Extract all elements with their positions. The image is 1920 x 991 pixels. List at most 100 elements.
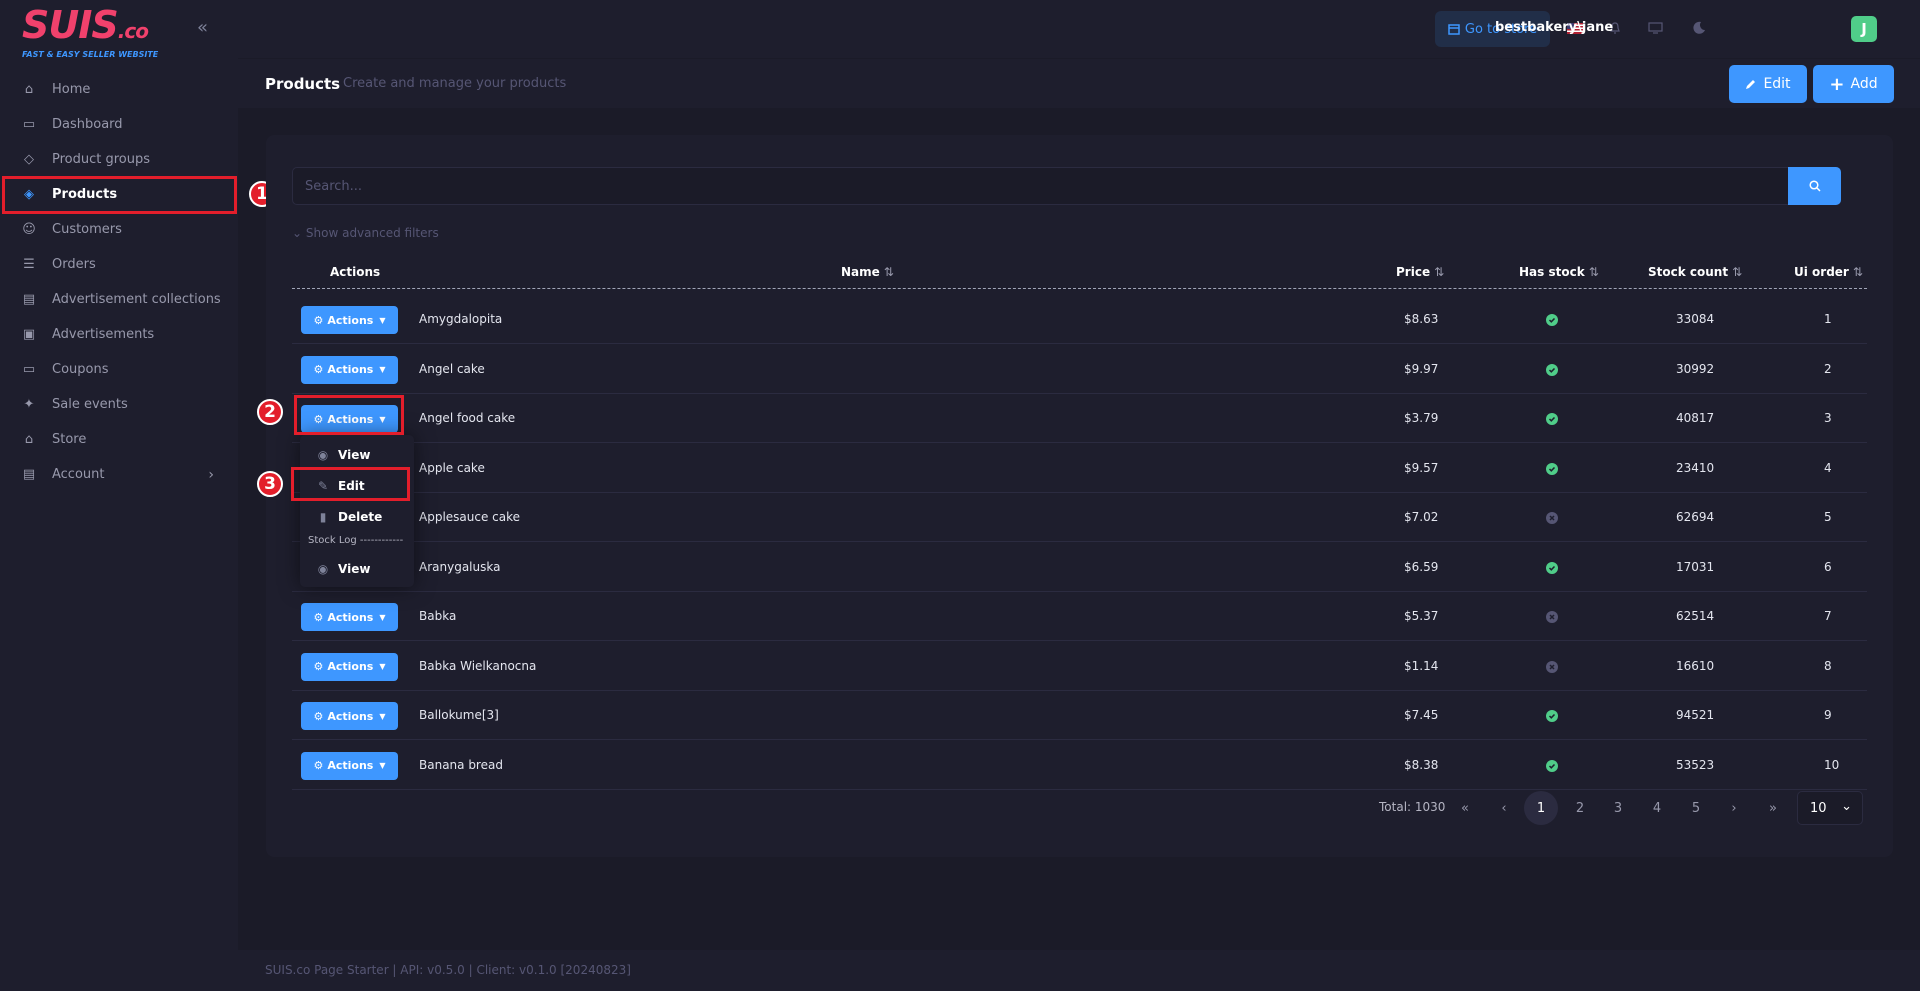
caret-down-icon: ▼	[379, 662, 386, 671]
sidebar: SUIS.co FAST & EASY SELLER WEBSITE « ⌂ Ho…	[0, 0, 238, 991]
moon-icon[interactable]	[1690, 19, 1708, 37]
ad-collections-icon: ▤	[22, 292, 36, 307]
x-icon	[1546, 660, 1558, 673]
col-ui-order[interactable]: Ui order ⇅	[1794, 265, 1863, 279]
col-price[interactable]: Price ⇅	[1396, 265, 1444, 279]
product-price: $7.45	[1404, 708, 1439, 722]
sort-icon: ⇅	[1852, 265, 1863, 279]
actions-button[interactable]: ⚙ Actions ▼	[301, 603, 398, 631]
account-icon: ▤	[22, 467, 36, 482]
product-name: Angel food cake	[419, 411, 516, 425]
highlight-edit-item	[291, 467, 410, 501]
sale-events-icon: ✦	[23, 397, 35, 412]
ui-order: 8	[1824, 658, 1832, 673]
table-row: Apple cake $9.57 23410 4	[292, 444, 1867, 493]
table-row: ⚙ Actions ▼ Angel cake $9.97 30992 2	[292, 345, 1867, 394]
page-button[interactable]: 4	[1640, 791, 1674, 825]
ui-order: 6	[1824, 559, 1832, 574]
stock-count: 40817	[1676, 411, 1715, 425]
actions-button[interactable]: ⚙ Actions ▼	[301, 355, 398, 384]
annotation-badge-3: 3	[257, 471, 283, 497]
stock-count: 62694	[1676, 510, 1715, 524]
page-size-select[interactable]: 10 ⌄	[1797, 791, 1863, 825]
stock-count: 16610	[1676, 658, 1715, 673]
ui-order: 5	[1824, 510, 1832, 524]
collapse-sidebar-icon[interactable]: «	[197, 18, 217, 38]
check-icon	[1546, 561, 1558, 574]
actions-button[interactable]: ⚙ Actions ▼	[301, 306, 398, 334]
user-name[interactable]: bestbakery\jane	[1495, 20, 1613, 35]
orders-icon: ☰	[23, 257, 35, 272]
sidebar-item-coupons[interactable]: ▭ Coupons	[0, 352, 238, 387]
highlight-products	[2, 176, 237, 214]
table-row: Aranygaluska $6.59 17031 6	[292, 543, 1867, 592]
page-button[interactable]: 3	[1601, 791, 1635, 825]
sidebar-item-advertisement-collections[interactable]: ▤ Advertisement collections	[0, 282, 238, 317]
page-button[interactable]: 2	[1563, 791, 1597, 825]
gear-icon: ⚙	[313, 660, 324, 673]
edit-button[interactable]: Edit	[1729, 65, 1807, 103]
caret-down-icon: ▼	[379, 761, 386, 770]
check-icon	[1546, 413, 1558, 425]
add-label: Add	[1850, 76, 1878, 92]
logo-suffix: .co	[117, 19, 149, 43]
check-icon	[1546, 314, 1558, 326]
search-button[interactable]	[1788, 167, 1841, 205]
next-page-button[interactable]: ›	[1717, 791, 1751, 825]
caret-down-icon: ▼	[379, 612, 386, 622]
actions-button[interactable]: ⚙ Actions ▼	[301, 652, 398, 681]
actions-label: Actions	[327, 363, 374, 376]
actions-button[interactable]: ⚙ Actions ▼	[301, 751, 398, 780]
menu-item-view[interactable]: ◉ View	[300, 441, 414, 469]
product-name: Amygdalopita	[419, 312, 503, 326]
product-price: $1.14	[1404, 658, 1439, 673]
stock-count: 62514	[1676, 609, 1715, 623]
col-has-stock[interactable]: Has stock ⇅	[1519, 265, 1599, 279]
gear-icon: ⚙	[313, 363, 324, 376]
eye-icon: ◉	[317, 562, 329, 576]
add-button[interactable]: + Add	[1813, 65, 1894, 103]
product-name: Banana bread	[419, 757, 503, 772]
sidebar-item-account[interactable]: ▤ Account ›	[0, 457, 238, 492]
product-groups-icon: ◇	[24, 152, 34, 167]
last-page-button[interactable]: »	[1756, 791, 1790, 825]
sidebar-nav: ⌂ Home ▭ Dashboard ◇ Product groups ◈ Products ☺…	[0, 72, 238, 492]
gear-icon: ⚙	[313, 313, 324, 327]
sidebar-item-orders[interactable]: ☰ Orders	[0, 247, 238, 282]
pencil-icon	[1746, 80, 1756, 89]
caret-down-icon: ▼	[379, 315, 386, 325]
first-page-button[interactable]: «	[1448, 791, 1482, 825]
sidebar-item-advertisements[interactable]: ▣ Advertisements	[0, 317, 238, 352]
page-button[interactable]: 5	[1679, 791, 1713, 825]
product-price: $9.57	[1404, 460, 1439, 475]
x-icon	[1546, 512, 1558, 524]
sidebar-item-customers[interactable]: ☺ Customers	[0, 212, 238, 247]
topbar: Go to store bestbakery\jane J	[238, 0, 1920, 58]
avatar[interactable]: J	[1851, 16, 1877, 42]
product-name: Babka	[419, 609, 457, 623]
sidebar-item-store[interactable]: ⌂ Store	[0, 422, 238, 457]
col-stock-count[interactable]: Stock count ⇅	[1648, 265, 1742, 279]
sidebar-item-home[interactable]: ⌂ Home	[0, 72, 238, 107]
menu-item-stock-view[interactable]: ◉ View	[300, 555, 414, 583]
show-advanced-filters-link[interactable]: ⌄ Show advanced filters	[292, 226, 439, 240]
screen-icon[interactable]	[1646, 19, 1664, 37]
search-input[interactable]	[293, 168, 1788, 204]
page-button[interactable]: 1	[1524, 791, 1558, 825]
logo[interactable]: SUIS.co FAST & EASY SELLER WEBSITE	[22, 4, 158, 60]
sidebar-item-label: Account	[52, 467, 105, 482]
store-icon: ⌂	[24, 432, 34, 447]
sidebar-item-dashboard[interactable]: ▭ Dashboard	[0, 107, 238, 142]
sidebar-item-sale-events[interactable]: ✦ Sale events	[0, 387, 238, 422]
actions-label: Actions	[327, 660, 374, 673]
col-name[interactable]: Name ⇅	[841, 265, 894, 279]
table-row: ⚙ Actions ▼ Amygdalopita $8.63 33084 1	[292, 295, 1867, 344]
sidebar-item-label: Coupons	[52, 362, 109, 377]
prev-page-button[interactable]: ‹	[1487, 791, 1521, 825]
product-name: Apple cake	[419, 460, 485, 475]
menu-item-delete[interactable]: ▮ Delete	[300, 503, 414, 531]
sidebar-item-product-groups[interactable]: ◇ Product groups	[0, 142, 238, 177]
actions-button[interactable]: ⚙ Actions ▼	[301, 702, 398, 730]
product-price: $7.02	[1404, 510, 1439, 524]
sidebar-item-label: Customers	[52, 222, 122, 237]
